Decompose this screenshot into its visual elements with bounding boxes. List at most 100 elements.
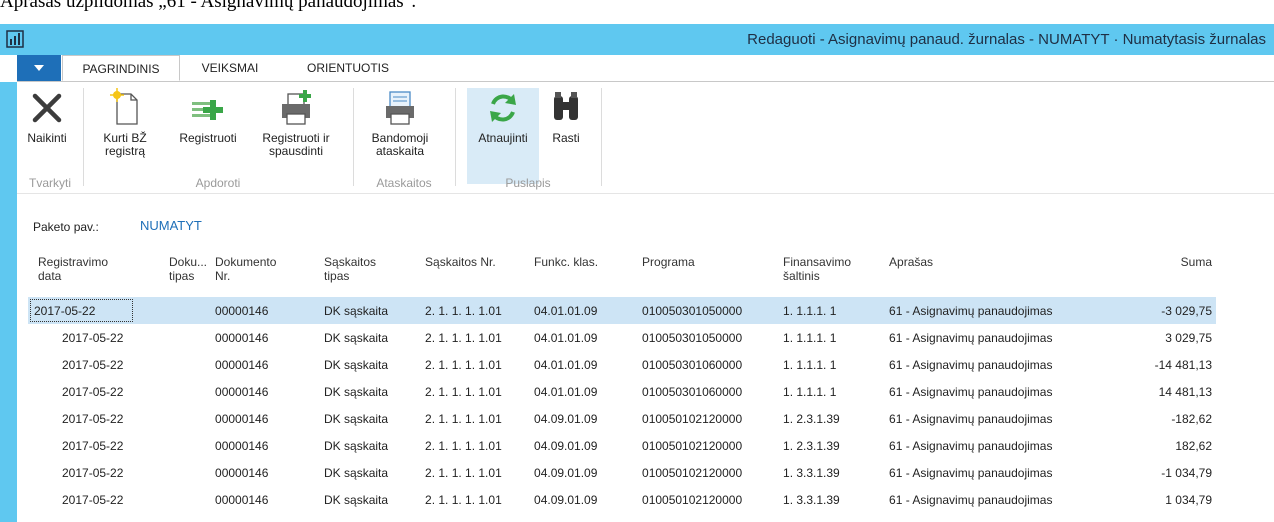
cell-source[interactable]: 1. 1.1.1. 1: [779, 297, 886, 324]
cell-amount[interactable]: -1 034,79: [1117, 459, 1216, 486]
cell-amount[interactable]: 14 481,13: [1117, 378, 1216, 405]
post-button[interactable]: Registruoti: [169, 88, 247, 145]
table-row[interactable]: 2017-05-22 00000146 DK sąskaita 2. 1. 1. 1.…: [28, 459, 1216, 486]
table-row[interactable]: 2017-05-22 00000146 DK sąskaita 2. 1. 1. 1.…: [28, 351, 1216, 378]
delete-button[interactable]: Naikinti: [21, 88, 73, 145]
cell-program[interactable]: 010050301050000: [638, 297, 780, 324]
cell-doctype[interactable]: [135, 378, 211, 405]
column-header-accno[interactable]: Sąskaitos Nr.: [421, 253, 530, 297]
cell-docno[interactable]: 00000146: [211, 459, 320, 486]
cell-func[interactable]: 04.01.01.09: [530, 378, 638, 405]
cell-desc[interactable]: 61 - Asignavimų panaudojimas: [885, 432, 1117, 459]
cell-accno[interactable]: 2. 1. 1. 1. 1.01: [421, 405, 530, 432]
cell-desc[interactable]: 61 - Asignavimų panaudojimas: [885, 486, 1117, 513]
cell-doctype[interactable]: [135, 324, 211, 351]
cell-program[interactable]: 010050301050000: [638, 324, 779, 351]
cell-amount[interactable]: -14 481,13: [1117, 351, 1216, 378]
column-header-amount[interactable]: Suma: [1117, 253, 1216, 297]
cell-docno[interactable]: 00000146: [211, 486, 320, 513]
cell-date[interactable]: 2017-05-22: [28, 297, 135, 324]
cell-date[interactable]: 2017-05-22: [28, 324, 135, 351]
cell-accno[interactable]: 2. 1. 1. 1. 1.01: [421, 432, 530, 459]
cell-acctype[interactable]: DK sąskaita: [320, 351, 421, 378]
column-header-program[interactable]: Programa: [638, 253, 779, 297]
cell-func[interactable]: 04.09.01.09: [530, 459, 638, 486]
cell-date[interactable]: 2017-05-22: [28, 378, 135, 405]
cell-program[interactable]: 010050102120000: [638, 432, 779, 459]
cell-func[interactable]: 04.09.01.09: [530, 432, 638, 459]
cell-amount[interactable]: -182,62: [1117, 405, 1216, 432]
column-header-date[interactable]: Registravimo data: [28, 253, 135, 297]
cell-date[interactable]: 2017-05-22: [28, 459, 135, 486]
cell-acctype[interactable]: DK sąskaita: [320, 324, 421, 351]
cell-program[interactable]: 010050102120000: [638, 405, 779, 432]
cell-amount[interactable]: 3 029,75: [1117, 324, 1216, 351]
cell-doctype[interactable]: [135, 351, 211, 378]
table-row[interactable]: 2017-05-22 00000146 DK sąskaita 2. 1. 1. 1.…: [28, 486, 1216, 513]
cell-doctype[interactable]: [135, 432, 211, 459]
cell-source[interactable]: 1. 1.1.1. 1: [779, 378, 885, 405]
find-button[interactable]: Rasti: [545, 88, 587, 145]
cell-source[interactable]: 1. 1.1.1. 1: [779, 351, 885, 378]
application-menu-button[interactable]: [17, 55, 61, 81]
cell-amount[interactable]: 1 034,79: [1117, 486, 1216, 513]
cell-accno[interactable]: 2. 1. 1. 1. 1.01: [421, 324, 530, 351]
cell-accno[interactable]: 2. 1. 1. 1. 1.01: [421, 297, 531, 324]
column-header-source[interactable]: Finansavimo šaltinis: [779, 253, 885, 297]
cell-doctype[interactable]: [135, 459, 211, 486]
cell-acctype[interactable]: DK sąskaita: [320, 459, 421, 486]
cell-source[interactable]: 1. 1.1.1. 1: [779, 324, 885, 351]
table-row[interactable]: 2017-05-22 00000146 DK sąskaita 2. 1. 1. 1.…: [28, 378, 1216, 405]
cell-accno[interactable]: 2. 1. 1. 1. 1.01: [421, 351, 530, 378]
cell-desc[interactable]: 61 - Asignavimų panaudojimas: [885, 351, 1117, 378]
cell-doctype[interactable]: [135, 405, 211, 432]
cell-date[interactable]: 2017-05-22: [28, 351, 135, 378]
cell-func[interactable]: 04.09.01.09: [530, 405, 638, 432]
cell-docno[interactable]: 00000146: [211, 324, 320, 351]
cell-accno[interactable]: 2. 1. 1. 1. 1.01: [421, 378, 530, 405]
column-header-acctype[interactable]: Sąskaitos tipas: [320, 253, 421, 297]
cell-date[interactable]: 2017-05-22: [28, 486, 135, 513]
cell-desc[interactable]: 61 - Asignavimų panaudojimas: [885, 378, 1117, 405]
cell-acctype[interactable]: DK sąskaita: [320, 378, 421, 405]
cell-acctype[interactable]: DK sąskaita: [320, 432, 421, 459]
cell-docno[interactable]: 00000146: [211, 378, 320, 405]
cell-docno[interactable]: 00000146: [211, 432, 320, 459]
cell-func[interactable]: 04.09.01.09: [530, 486, 638, 513]
tab-orientuotis[interactable]: ORIENTUOTIS: [292, 55, 404, 81]
cell-source[interactable]: 1. 2.3.1.39: [779, 432, 885, 459]
cell-func[interactable]: 04.01.01.09: [530, 324, 638, 351]
refresh-button[interactable]: Atnaujinti: [467, 88, 539, 184]
tab-veiksmai[interactable]: VEIKSMAI: [186, 55, 274, 81]
cell-program[interactable]: 010050301060000: [638, 351, 779, 378]
cell-amount[interactable]: 182,62: [1117, 432, 1216, 459]
table-row[interactable]: 2017-05-22 00000146 DK sąskaita 2. 1. 1. 1.…: [28, 297, 1217, 324]
table-row[interactable]: 2017-05-22 00000146 DK sąskaita 2. 1. 1. 1.…: [28, 405, 1216, 432]
cell-program[interactable]: 010050301060000: [638, 378, 779, 405]
cell-desc[interactable]: 61 - Asignavimų panaudojimas: [885, 405, 1117, 432]
cell-acctype[interactable]: DK sąskaita: [320, 405, 421, 432]
test-report-button[interactable]: Bandomoji ataskaita: [365, 88, 435, 158]
cell-acctype[interactable]: DK sąskaita: [320, 486, 421, 513]
column-header-doctype[interactable]: Doku... tipas: [135, 253, 211, 297]
cell-source[interactable]: 1. 3.3.1.39: [779, 459, 885, 486]
cell-source[interactable]: 1. 2.3.1.39: [779, 405, 885, 432]
cell-doctype[interactable]: [135, 297, 212, 324]
cell-accno[interactable]: 2. 1. 1. 1. 1.01: [421, 459, 530, 486]
cell-amount[interactable]: -3 029,75: [1117, 297, 1217, 324]
cell-desc[interactable]: 61 - Asignavimų panaudojimas: [885, 297, 1118, 324]
cell-docno[interactable]: 00000146: [211, 297, 321, 324]
create-gl-register-button[interactable]: Kurti BŽ registrą: [95, 88, 155, 158]
cell-accno[interactable]: 2. 1. 1. 1. 1.01: [421, 486, 530, 513]
cell-date[interactable]: 2017-05-22: [28, 405, 135, 432]
cell-program[interactable]: 010050102120000: [638, 459, 779, 486]
cell-program[interactable]: 010050102120000: [638, 486, 779, 513]
cell-desc[interactable]: 61 - Asignavimų panaudojimas: [885, 324, 1117, 351]
cell-doctype[interactable]: [135, 486, 211, 513]
post-and-print-button[interactable]: Registruoti ir spausdinti: [253, 88, 339, 158]
cell-docno[interactable]: 00000146: [211, 405, 320, 432]
column-header-desc[interactable]: Aprašas: [885, 253, 1117, 297]
cell-docno[interactable]: 00000146: [211, 351, 320, 378]
cell-acctype[interactable]: DK sąskaita: [320, 297, 422, 324]
cell-func[interactable]: 04.01.01.09: [530, 351, 638, 378]
